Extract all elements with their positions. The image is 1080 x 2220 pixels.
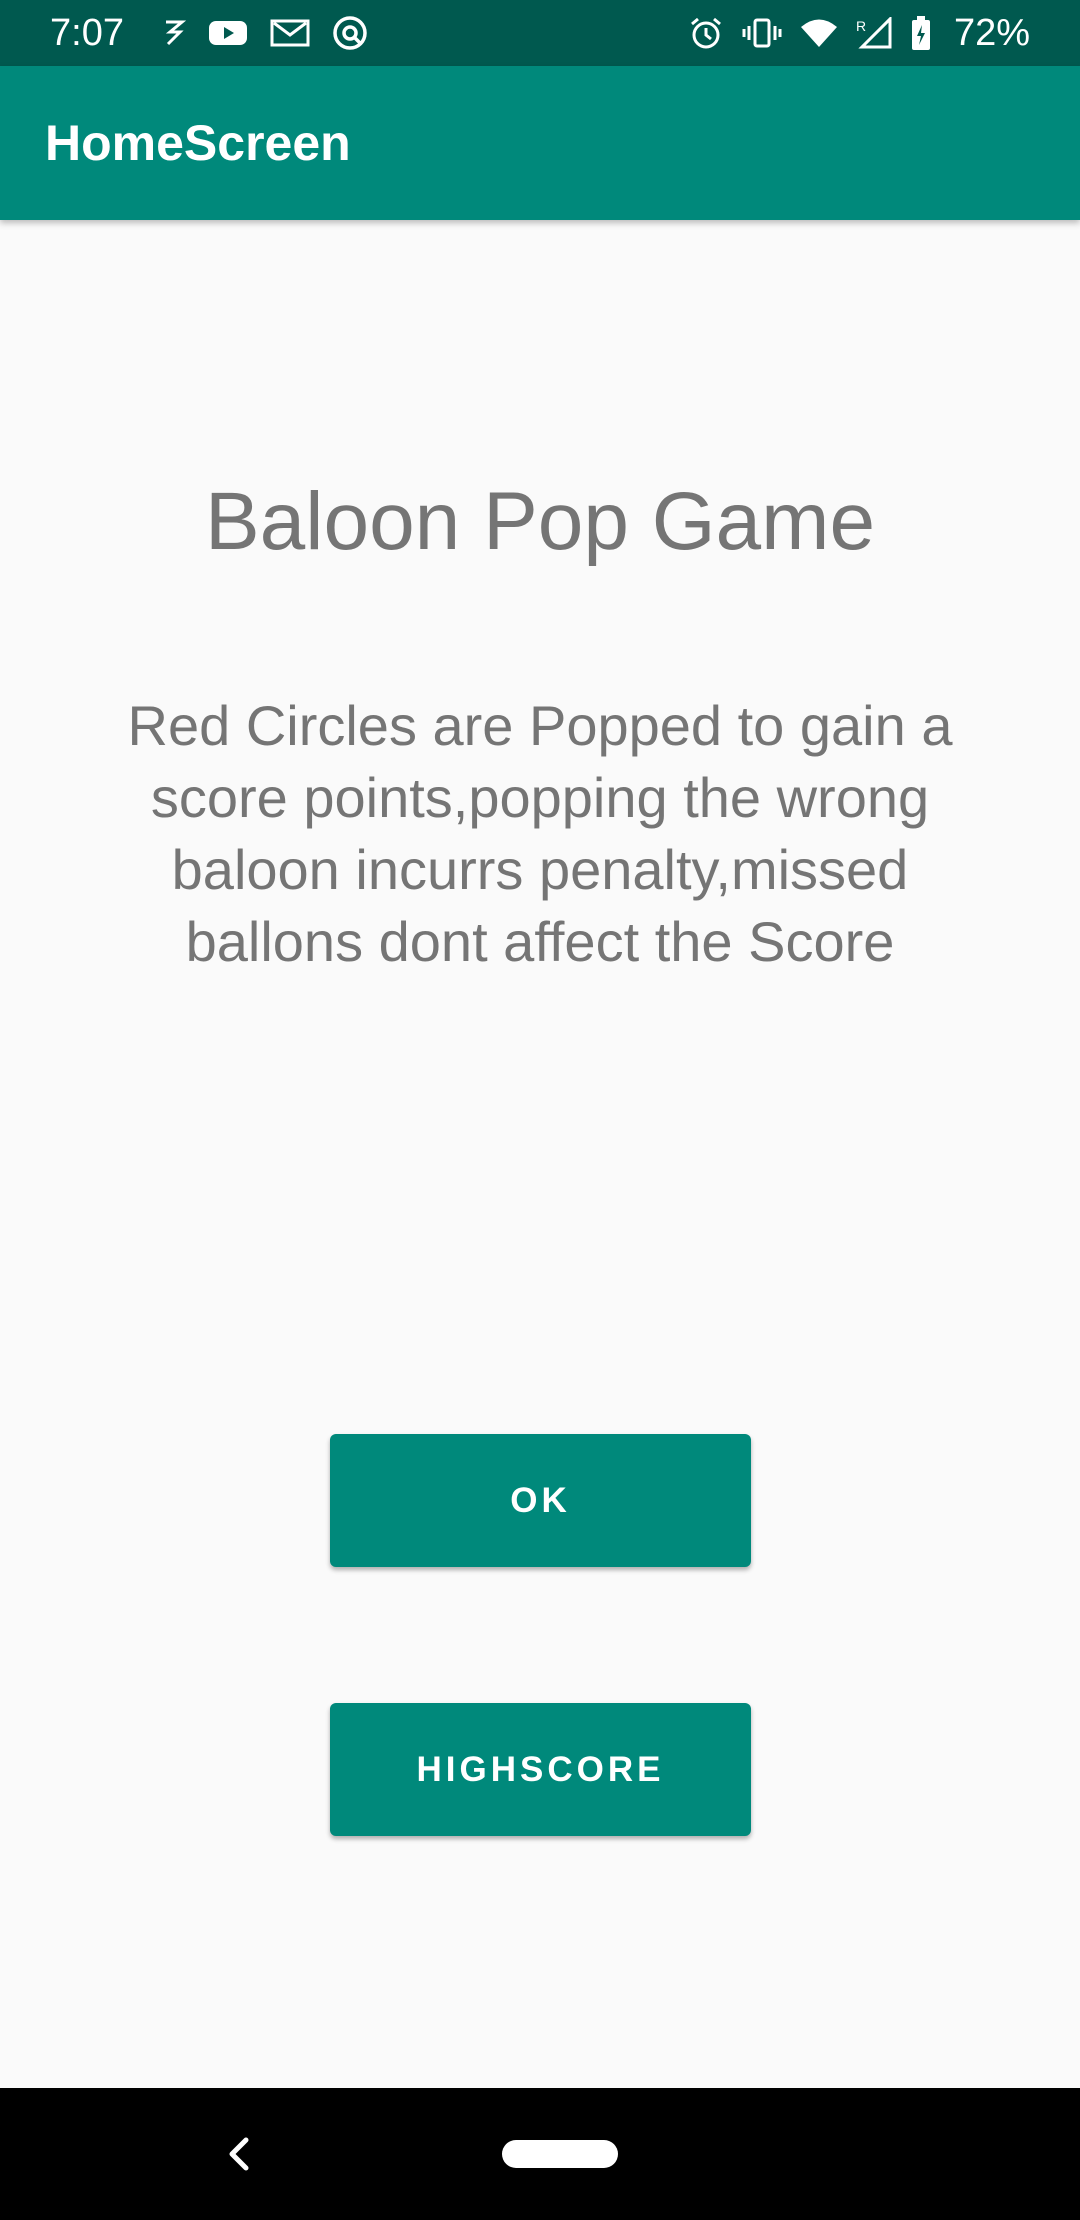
- main-content: Baloon Pop Game Red Circles are Popped t…: [0, 220, 1080, 2088]
- wifi-icon: [800, 18, 838, 48]
- battery-icon: [910, 15, 932, 51]
- status-time: 7:07: [50, 11, 124, 54]
- highscore-button[interactable]: HIGHSCORE: [330, 1703, 751, 1836]
- youtube-icon: [208, 18, 248, 48]
- signal-icon: R: [856, 17, 892, 49]
- alarm-icon: [688, 15, 724, 51]
- battery-percent: 72%: [953, 11, 1030, 54]
- back-icon[interactable]: [222, 2132, 256, 2176]
- game-title: Baloon Pop Game: [204, 476, 876, 567]
- navigation-bar: [0, 2088, 1080, 2220]
- game-description: Red Circles are Popped to gain a score p…: [127, 694, 953, 973]
- gmail-icon: [270, 18, 310, 48]
- app-bar-title: HomeScreen: [45, 115, 351, 171]
- ok-button[interactable]: OK: [330, 1434, 751, 1567]
- vibrate-icon: [742, 17, 782, 49]
- status-bar: 7:07 R 72%: [0, 0, 1080, 66]
- svg-text:R: R: [856, 18, 866, 34]
- app-icon: [332, 15, 368, 51]
- app-bar: HomeScreen: [0, 66, 1080, 220]
- status-right: R 72%: [688, 12, 1030, 55]
- now-icon: [162, 18, 186, 48]
- home-pill-button[interactable]: [502, 2140, 618, 2168]
- status-left: 7:07: [50, 12, 390, 55]
